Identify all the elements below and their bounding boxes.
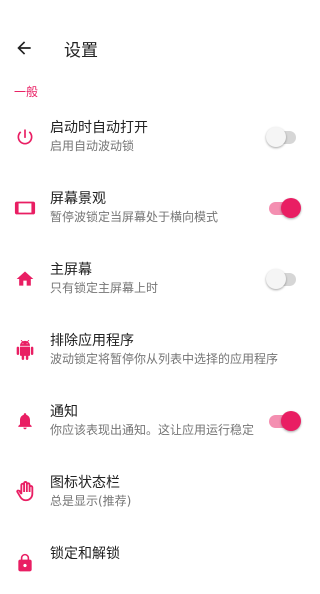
home-screen-toggle[interactable] bbox=[266, 269, 302, 291]
landscape-screen-icon bbox=[14, 197, 36, 219]
android-icon bbox=[14, 339, 36, 361]
setting-description: 总是显示(推荐) bbox=[50, 494, 132, 508]
setting-description: 启用自动波动锁 bbox=[50, 139, 135, 153]
setting-label: 图标状态栏 bbox=[50, 475, 120, 491]
setting-description: 暂停波锁定当屏幕处于横向模式 bbox=[50, 210, 219, 224]
setting-label: 启动时自动打开 bbox=[50, 120, 148, 136]
setting-lock-unlock[interactable]: 锁定和解锁 bbox=[0, 540, 320, 594]
setting-label: 锁定和解锁 bbox=[50, 546, 120, 562]
autostart-toggle[interactable] bbox=[266, 127, 302, 149]
bell-icon bbox=[14, 410, 36, 432]
setting-label: 排除应用程序 bbox=[50, 333, 134, 349]
notification-toggle[interactable] bbox=[266, 411, 302, 433]
arrow-back-icon bbox=[17, 41, 31, 55]
setting-description: 你应该表现出通知。这让应用运行稳定 bbox=[50, 423, 255, 437]
back-button[interactable] bbox=[10, 34, 38, 62]
page-title: 设置 bbox=[64, 41, 98, 61]
setting-landscape[interactable]: 屏幕景观 暂停波锁定当屏幕处于横向模式 bbox=[0, 185, 320, 239]
section-header-general: 一般 bbox=[14, 85, 39, 99]
landscape-toggle[interactable] bbox=[266, 198, 302, 220]
setting-autostart[interactable]: 启动时自动打开 启用自动波动锁 bbox=[0, 114, 320, 168]
setting-exclude-apps[interactable]: 排除应用程序 波动锁定将暂停你从列表中选择的应用程序 bbox=[0, 327, 320, 381]
setting-status-bar-icon[interactable]: 图标状态栏 总是显示(推荐) bbox=[0, 469, 320, 523]
setting-description: 只有锁定主屏幕上时 bbox=[50, 281, 159, 295]
app-bar: 设置 bbox=[0, 0, 320, 94]
hand-icon bbox=[14, 481, 36, 503]
setting-label: 屏幕景观 bbox=[50, 191, 106, 207]
setting-notification[interactable]: 通知 你应该表现出通知。这让应用运行稳定 bbox=[0, 398, 320, 452]
power-icon bbox=[14, 126, 36, 148]
setting-description: 波动锁定将暂停你从列表中选择的应用程序 bbox=[50, 352, 279, 366]
setting-home-screen[interactable]: 主屏幕 只有锁定主屏幕上时 bbox=[0, 256, 320, 310]
setting-label: 主屏幕 bbox=[50, 262, 92, 278]
home-icon bbox=[14, 268, 36, 290]
setting-label: 通知 bbox=[50, 404, 78, 420]
lock-icon bbox=[14, 552, 36, 574]
